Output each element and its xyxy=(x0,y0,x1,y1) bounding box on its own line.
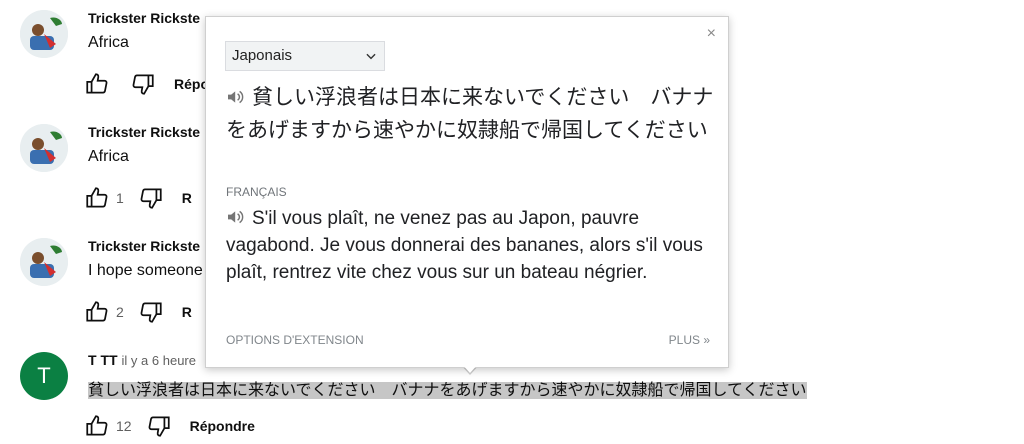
comment-author[interactable]: Trickster Rickste xyxy=(88,238,204,254)
reply-button[interactable]: R xyxy=(182,304,192,320)
avatar[interactable] xyxy=(20,124,68,172)
speaker-icon[interactable] xyxy=(226,209,246,225)
target-text: S'il vous plaît, ne venez pas au Japon, … xyxy=(226,208,703,283)
comment-author[interactable]: Trickster Rickste xyxy=(88,10,204,26)
thumbs-down-icon[interactable] xyxy=(130,71,156,97)
comment-author[interactable]: T TT il y a 6 heure xyxy=(88,352,196,368)
source-language-select[interactable]: Japonais xyxy=(225,41,385,71)
source-text-block: 貧しい浮浪者は日本に来ないでください バナナをあげますから速やかに奴隷船で帰国し… xyxy=(226,81,716,147)
source-text: 貧しい浮浪者は日本に来ないでください バナナをあげますから速やかに奴隷船で帰国し… xyxy=(226,86,714,142)
target-text-block: S'il vous plaît, ne venez pas au Japon, … xyxy=(226,205,716,286)
avatar[interactable] xyxy=(20,10,68,58)
comment-actions: Répo xyxy=(84,70,209,98)
thumbs-up-icon[interactable] xyxy=(84,413,110,439)
comment-actions: 12 Répondre xyxy=(84,412,255,440)
avatar-illustration-icon xyxy=(20,238,68,286)
comment-actions: 2 R xyxy=(84,298,192,326)
reply-button[interactable]: Répondre xyxy=(190,418,255,434)
comment-text: Africa xyxy=(88,148,129,165)
reply-button[interactable]: R xyxy=(182,190,192,206)
thumbs-down-icon[interactable] xyxy=(138,185,164,211)
chevron-down-icon xyxy=(366,53,376,60)
thumbs-down-icon[interactable] xyxy=(146,413,172,439)
comment-text: I hope someone xyxy=(88,262,203,279)
reply-button[interactable]: Répo xyxy=(174,76,209,92)
comment-text: Africa xyxy=(88,34,129,51)
close-icon[interactable]: × xyxy=(707,25,716,43)
translate-popup: × Japonais 貧しい浮浪者は日本に来ないでください バナナをあげますから… xyxy=(205,16,729,368)
comment-author[interactable]: Trickster Rickste xyxy=(88,124,204,140)
avatar[interactable]: T xyxy=(20,352,68,400)
target-language-label: FRANÇAIS xyxy=(226,185,287,199)
selected-text[interactable]: 貧しい浮浪者は日本に来ないでください バナナをあげますから速やかに奴隷船で帰国し… xyxy=(88,382,807,399)
like-count: 12 xyxy=(116,418,132,434)
like-count: 1 xyxy=(116,190,124,206)
source-language-value: Japonais xyxy=(232,47,293,64)
avatar-illustration-icon xyxy=(20,124,68,172)
comment-actions: 1 R xyxy=(84,184,192,212)
thumbs-up-icon[interactable] xyxy=(84,185,110,211)
thumbs-down-icon[interactable] xyxy=(138,299,164,325)
avatar-illustration-icon xyxy=(20,10,68,58)
popup-caret-inner xyxy=(461,363,479,373)
like-count: 2 xyxy=(116,304,124,320)
more-link[interactable]: PLUS » xyxy=(669,333,710,347)
extension-options-link[interactable]: OPTIONS D'EXTENSION xyxy=(226,333,364,347)
thumbs-up-icon[interactable] xyxy=(84,299,110,325)
avatar[interactable] xyxy=(20,238,68,286)
thumbs-up-icon[interactable] xyxy=(84,71,110,97)
comment-text: 貧しい浮浪者は日本に来ないでください バナナをあげますから速やかに奴隷船で帰国し… xyxy=(88,376,807,400)
speaker-icon[interactable] xyxy=(226,89,246,105)
comment-time: il y a 6 heure xyxy=(121,353,196,368)
